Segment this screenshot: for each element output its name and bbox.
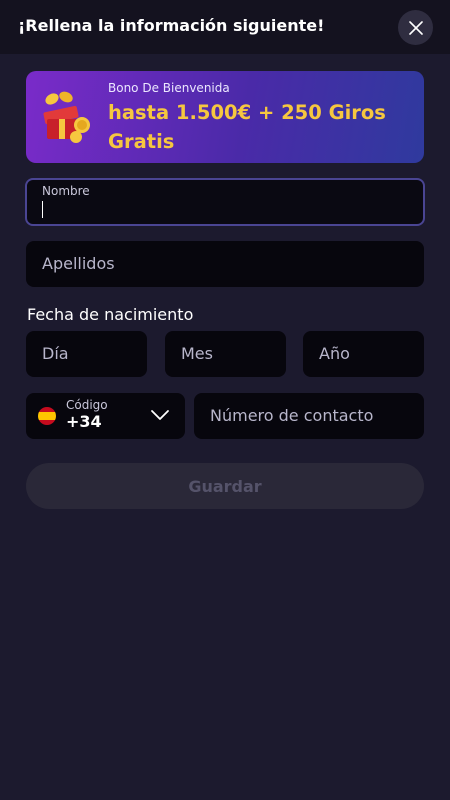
text-cursor [42, 201, 43, 218]
phone-number-field[interactable]: Número de contacto [194, 393, 424, 439]
bonus-headline: hasta 1.500€ + 250 Giros Gratis [108, 101, 386, 153]
birth-date-label: Fecha de nacimiento [27, 305, 194, 324]
spain-flag-icon [38, 407, 56, 425]
close-button[interactable] [398, 10, 433, 45]
birth-day-placeholder: Día [42, 344, 69, 363]
registration-page: ¡Rellena la información siguiente! Bono … [0, 0, 450, 800]
birth-month-field[interactable]: Mes [165, 331, 286, 377]
phone-number-placeholder: Número de contacto [210, 406, 374, 425]
birth-year-field[interactable]: Año [303, 331, 424, 377]
country-code-select[interactable]: Código +34 [26, 393, 185, 439]
first-name-label: Nombre [42, 184, 90, 198]
country-code-label: Código [66, 398, 108, 412]
gift-box-icon [43, 91, 90, 143]
close-icon [408, 20, 423, 35]
save-button[interactable]: Guardar [26, 463, 424, 509]
first-name-field[interactable]: Nombre [25, 178, 425, 226]
page-title: ¡Rellena la información siguiente! [18, 16, 325, 35]
birth-day-field[interactable]: Día [26, 331, 147, 377]
country-code-value: +34 [66, 412, 102, 431]
birth-year-placeholder: Año [319, 344, 350, 363]
birth-month-placeholder: Mes [181, 344, 213, 363]
header-bar: ¡Rellena la información siguiente! [0, 0, 450, 54]
bonus-subtitle: Bono De Bienvenida [108, 81, 230, 95]
last-name-field[interactable]: Apellidos [26, 241, 424, 287]
last-name-placeholder: Apellidos [42, 254, 115, 273]
chevron-down-icon [151, 410, 169, 420]
welcome-bonus-banner: Bono De Bienvenida hasta 1.500€ + 250 Gi… [26, 71, 424, 163]
